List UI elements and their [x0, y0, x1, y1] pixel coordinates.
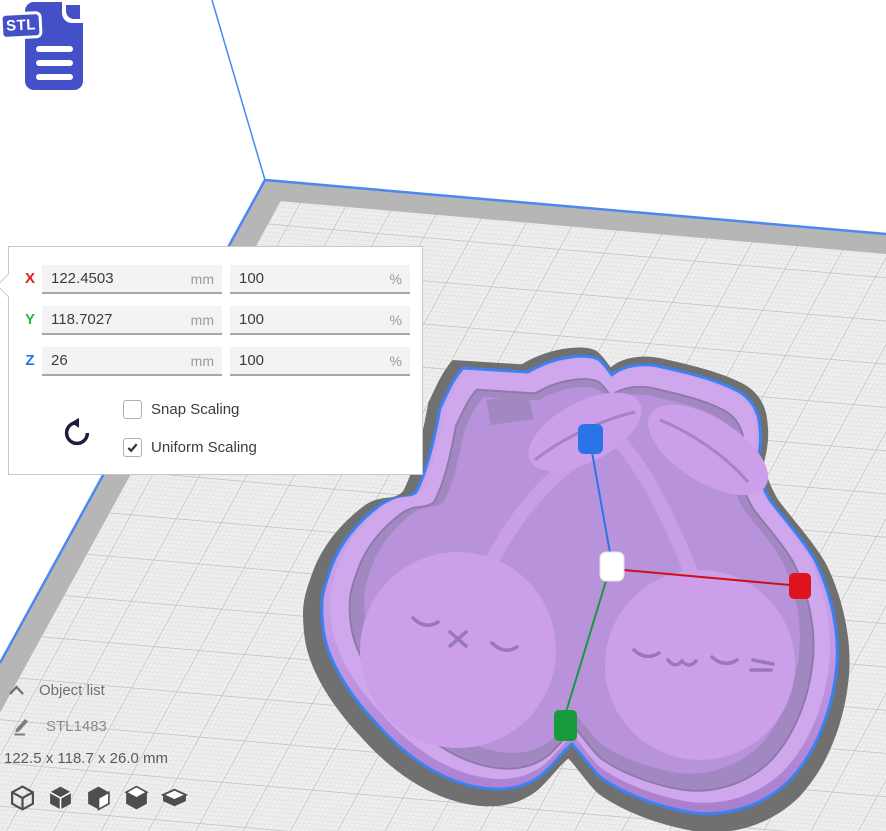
scale-y-mm-field[interactable]: mm — [42, 306, 222, 335]
axis-z-label: Z — [19, 352, 41, 369]
view-front-button[interactable] — [46, 784, 74, 814]
cube-right-icon — [161, 784, 188, 812]
scale-row-x: X mm % — [9, 265, 422, 294]
reset-arrow-icon — [61, 417, 93, 449]
cube-top-open-icon — [85, 784, 112, 812]
percent-unit-label: % — [390, 353, 410, 369]
cube-3d-icon — [9, 784, 36, 812]
scale-z-percent-field[interactable]: % — [230, 347, 410, 376]
mm-unit-label: mm — [191, 271, 222, 287]
build-volume-back-edge — [212, 0, 265, 180]
cube-front-icon — [47, 784, 74, 812]
scale-handle-center[interactable] — [600, 552, 624, 581]
uniform-scaling-label: Uniform Scaling — [151, 439, 257, 456]
scale-z-mm-field[interactable]: mm — [42, 347, 222, 376]
view-right-button[interactable] — [160, 784, 188, 814]
object-dimensions: 122.5 x 118.7 x 26.0 mm — [4, 750, 168, 767]
stl-file-icon[interactable]: STL — [0, 0, 96, 100]
percent-unit-label: % — [390, 312, 410, 328]
view-left-button[interactable] — [122, 784, 150, 814]
scale-tool-panel: X mm % Y mm % Z mm % — [8, 246, 423, 475]
snap-scaling-checkbox[interactable] — [123, 400, 142, 419]
object-list-header[interactable]: Object list — [8, 682, 105, 699]
pencil-icon — [12, 716, 32, 736]
object-item-name: STL1483 — [46, 718, 107, 735]
reset-scale-button[interactable] — [61, 417, 93, 449]
view-3d-button[interactable] — [8, 784, 36, 814]
cherry-body-left — [360, 552, 556, 748]
scale-x-mm-field[interactable]: mm — [42, 265, 222, 294]
cherry-body-right — [605, 570, 795, 760]
scale-z-percent-input[interactable] — [230, 352, 390, 369]
snap-scaling-label: Snap Scaling — [151, 401, 239, 418]
chevron-up-icon — [8, 685, 25, 696]
scale-handle-z[interactable] — [578, 424, 603, 454]
page-fold-icon — [62, 1, 84, 23]
checkmark-icon — [126, 441, 139, 454]
scale-handle-y[interactable] — [554, 710, 577, 741]
scale-y-mm-input[interactable] — [42, 311, 191, 328]
scale-x-percent-field[interactable]: % — [230, 265, 410, 294]
scale-x-mm-input[interactable] — [42, 270, 191, 287]
scale-handle-x[interactable] — [789, 573, 811, 599]
object-list-title: Object list — [39, 682, 105, 699]
scale-row-y: Y mm % — [9, 306, 422, 335]
object-list-item[interactable]: STL1483 — [12, 716, 107, 736]
mm-unit-label: mm — [191, 353, 222, 369]
uniform-scaling-checkbox[interactable] — [123, 438, 142, 457]
uniform-scaling-row: Uniform Scaling — [123, 437, 257, 457]
camera-view-toolbar — [8, 784, 188, 814]
view-top-button[interactable] — [84, 784, 112, 814]
axis-x-label: X — [19, 270, 41, 287]
scale-z-mm-input[interactable] — [42, 352, 191, 369]
scale-y-percent-field[interactable]: % — [230, 306, 410, 335]
scale-y-percent-input[interactable] — [230, 311, 390, 328]
percent-unit-label: % — [390, 271, 410, 287]
axis-y-label: Y — [19, 311, 41, 328]
snap-scaling-row: Snap Scaling — [123, 399, 239, 419]
cube-left-icon — [123, 784, 150, 812]
mm-unit-label: mm — [191, 312, 222, 328]
stl-badge: STL — [0, 11, 43, 40]
scale-x-percent-input[interactable] — [230, 270, 390, 287]
scale-row-z: Z mm % — [9, 347, 422, 376]
